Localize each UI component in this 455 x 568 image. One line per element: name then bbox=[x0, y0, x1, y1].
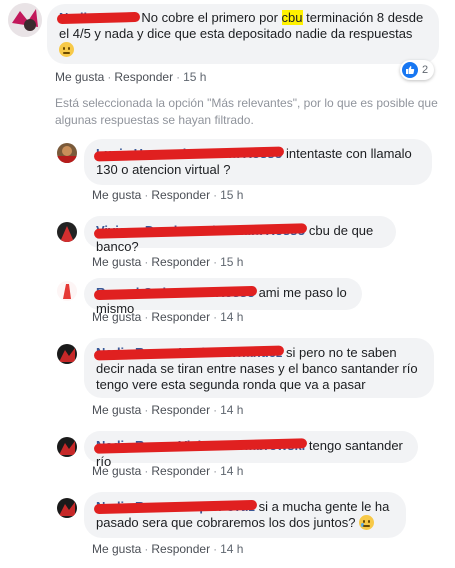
reply-author[interactable]: Nadia Rosso Lucia Hernandez bbox=[93, 345, 285, 361]
reply-actions-4: Me gusta · Responder · 14 h bbox=[92, 403, 244, 417]
like-link[interactable]: Me gusta bbox=[92, 403, 141, 417]
like-link[interactable]: Me gusta bbox=[92, 464, 141, 478]
avatar-reply-2[interactable] bbox=[57, 222, 77, 242]
reply-bubble-5: Nadia Rosso Viviana Dombrowski tengo san… bbox=[84, 431, 418, 469]
reply-author[interactable]: Lucia Hernandez Nadia Rosso bbox=[93, 146, 285, 162]
reply-bubble-3: Raquel Ortiz Nadia Rosso ami me paso lo … bbox=[84, 278, 362, 316]
commenter-name[interactable]: Nadia Rosso bbox=[56, 10, 140, 25]
reply-author[interactable]: Raquel Ortiz Nadia Rosso bbox=[93, 285, 258, 301]
reply-bubble-4: Nadia Rosso Lucia Hernandez si pero no t… bbox=[84, 338, 434, 398]
like-link[interactable]: Me gusta bbox=[92, 188, 141, 202]
timestamp[interactable]: 14 h bbox=[220, 542, 243, 556]
reply-link[interactable]: Responder bbox=[151, 188, 210, 202]
reply-link[interactable]: Responder bbox=[151, 403, 210, 417]
like-link[interactable]: Me gusta bbox=[92, 542, 141, 556]
neutral-face-icon bbox=[59, 42, 74, 57]
reply-actions-1: Me gusta · Responder · 15 h bbox=[92, 188, 244, 202]
main-comment-bubble: Nadia Rosso No cobre el primero por cbu … bbox=[47, 4, 439, 64]
reaction-summary[interactable]: 2 bbox=[400, 60, 435, 80]
avatar-reply-4[interactable] bbox=[57, 344, 77, 364]
reply-actions-6: Me gusta · Responder · 14 h bbox=[92, 542, 244, 556]
comment-text: No cobre el primero por bbox=[141, 10, 282, 25]
timestamp[interactable]: 15 h bbox=[220, 255, 243, 269]
reply-link[interactable]: Responder bbox=[151, 255, 210, 269]
reaction-count: 2 bbox=[422, 64, 429, 76]
reply-author[interactable]: Nadia Rosso Viviana Dombrowski bbox=[93, 438, 308, 454]
thumbs-up-icon bbox=[402, 62, 418, 78]
crying-face-icon bbox=[359, 515, 375, 530]
reply-author[interactable]: Viviana Dombrowski Nadia Rosso bbox=[93, 223, 308, 239]
reply-author[interactable]: Nadia Rosso Raquel Ortiz bbox=[93, 499, 258, 515]
like-link[interactable]: Me gusta bbox=[55, 70, 104, 84]
reply-link[interactable]: Responder bbox=[114, 70, 173, 84]
reply-bubble-2: Viviana Dombrowski Nadia Rosso cbu de qu… bbox=[84, 216, 396, 254]
like-link[interactable]: Me gusta bbox=[92, 310, 141, 324]
avatar-reply-5[interactable] bbox=[57, 437, 77, 457]
reply-actions-2: Me gusta · Responder · 15 h bbox=[92, 255, 244, 269]
like-link[interactable]: Me gusta bbox=[92, 255, 141, 269]
timestamp[interactable]: 14 h bbox=[220, 464, 243, 478]
main-comment-actions: Me gusta · Responder · 15 h bbox=[55, 70, 207, 84]
timestamp[interactable]: 15 h bbox=[183, 70, 206, 84]
reply-link[interactable]: Responder bbox=[151, 464, 210, 478]
filter-notice: Está seleccionada la opción "Más relevan… bbox=[55, 96, 438, 127]
reply-bubble-1: Lucia Hernandez Nadia Rosso intentaste c… bbox=[84, 139, 432, 185]
reply-actions-5: Me gusta · Responder · 14 h bbox=[92, 464, 244, 478]
reply-link[interactable]: Responder bbox=[151, 542, 210, 556]
avatar-reply-1[interactable] bbox=[57, 143, 77, 163]
timestamp[interactable]: 15 h bbox=[220, 188, 243, 202]
timestamp[interactable]: 14 h bbox=[220, 310, 243, 324]
reply-actions-3: Me gusta · Responder · 14 h bbox=[92, 310, 244, 324]
avatar-main[interactable] bbox=[8, 3, 42, 37]
reply-bubble-6: Nadia Rosso Raquel Ortiz si a mucha gent… bbox=[84, 492, 406, 538]
avatar-reply-6[interactable] bbox=[57, 498, 77, 518]
avatar-reply-3[interactable] bbox=[57, 281, 77, 301]
reply-link[interactable]: Responder bbox=[151, 310, 210, 324]
highlighted-word: cbu bbox=[281, 10, 303, 25]
timestamp[interactable]: 14 h bbox=[220, 403, 243, 417]
